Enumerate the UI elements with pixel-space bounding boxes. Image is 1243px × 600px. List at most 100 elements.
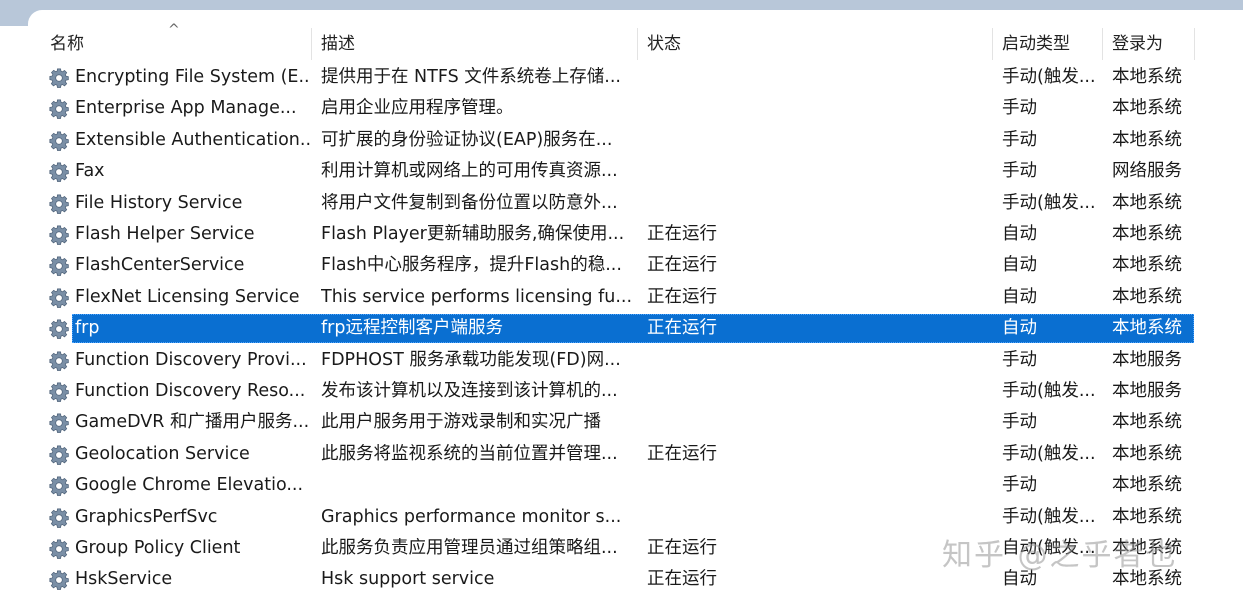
table-row[interactable]: Enterprise App Manage... 启用企业应用程序管理。 手动 本地系… [0,93,1243,124]
service-description: Hsk support service [321,569,495,590]
service-description: 此服务将监视系统的当前位置并管理... [321,443,618,464]
column-divider[interactable] [992,28,993,60]
service-logon-as: 本地系统 [1112,255,1182,276]
gear-icon [48,67,70,89]
service-name: FlexNet Licensing Service [75,286,300,307]
table-row[interactable]: Google Chrome Elevatio... 手动 本地系统 [0,470,1243,501]
service-name: Geolocation Service [75,443,250,464]
gear-icon [48,538,70,560]
table-row[interactable]: Extensible Authentication... 可扩展的身份验证协议(E… [0,125,1243,156]
service-status: 正在运行 [647,569,717,590]
gear-icon [48,444,70,466]
service-logon-as: 本地服务 [1112,381,1182,401]
gear-icon [48,98,70,120]
service-startup-type: 自动 [1002,224,1037,244]
table-row[interactable]: GraphicsPerfSvc Graphics performance moni… [0,502,1243,533]
column-header-startup-type[interactable]: 启动类型 [1002,26,1070,62]
service-logon-as: 本地系统 [1112,475,1182,496]
service-startup-type: 手动(触发... [1002,381,1096,401]
service-description: 利用计算机或网络上的可用传真资源... [321,161,618,182]
table-row[interactable]: FlexNet Licensing Service This service pe… [0,282,1243,313]
service-name: Fax [75,161,105,182]
service-name: Enterprise App Manage... [75,98,297,119]
gear-icon [48,255,70,277]
gear-icon [48,193,70,215]
table-row[interactable]: GameDVR 和广播用户服务... 此用户服务用于游戏录制和实况广播 手动 本地系统 [0,407,1243,438]
service-name: Function Discovery Provi... [75,349,307,370]
service-startup-type: 自动 [1002,286,1037,307]
column-header-description[interactable]: 描述 [321,26,355,62]
service-logon-as: 本地系统 [1112,67,1182,87]
table-row[interactable]: frp frp远程控制客户端服务 正在运行 自动 本地系统 [0,313,1243,344]
service-startup-type: 手动(触发... [1002,443,1096,464]
watermark-text: 知乎 @之乎者也 [942,538,1178,573]
table-row[interactable]: File History Service 将用户文件复制到备份位置以防意外... 手… [0,188,1243,219]
gear-icon [48,507,70,529]
table-row[interactable]: Function Discovery Reso... 发布该计算机以及连接到该计算… [0,376,1243,407]
service-name: GraphicsPerfSvc [75,506,218,527]
service-name: File History Service [75,192,243,213]
table-row[interactable]: Encrypting File System (E... 提供用于在 NTFS 文… [0,62,1243,93]
gear-icon [48,350,70,372]
service-logon-as: 网络服务 [1112,161,1182,182]
gear-icon [48,224,70,246]
service-logon-as: 本地系统 [1112,506,1182,527]
table-row[interactable]: Fax 利用计算机或网络上的可用传真资源... 手动 网络服务 [0,156,1243,187]
service-name: FlashCenterService [75,255,245,276]
service-name: Encrypting File System (E... [75,67,310,87]
service-logon-as: 本地系统 [1112,98,1182,119]
service-startup-type: 手动(触发... [1002,192,1096,213]
service-status: 正在运行 [647,255,717,276]
service-logon-as: 本地系统 [1112,192,1182,213]
service-name: Google Chrome Elevatio... [75,475,304,496]
service-logon-as: 本地系统 [1112,129,1182,150]
gear-icon [48,412,70,434]
service-description: Flash中心服务程序，提升Flash的稳... [321,255,622,276]
service-description: Flash Player更新辅助服务,确保使用... [321,224,625,244]
column-divider[interactable] [311,28,312,60]
service-name: Function Discovery Reso... [75,381,306,401]
service-name: HskService [75,569,173,590]
gear-icon [48,130,70,152]
service-name: GameDVR 和广播用户服务... [75,412,310,433]
service-logon-as: 本地系统 [1112,443,1182,464]
column-header-logon-as[interactable]: 登录为 [1112,26,1163,62]
gear-icon [48,381,70,403]
service-logon-as: 本地系统 [1112,412,1182,433]
table-row[interactable]: Geolocation Service 此服务将监视系统的当前位置并管理... 正在… [0,439,1243,470]
service-startup-type: 手动 [1002,475,1037,496]
service-description: 此用户服务用于游戏录制和实况广播 [321,412,601,433]
column-header-name[interactable]: 名称 [50,26,84,62]
table-row[interactable]: Function Discovery Provi... FDPHOST 服务承载功… [0,345,1243,376]
service-description: 提供用于在 NTFS 文件系统卷上存储... [321,67,621,87]
service-status: 正在运行 [647,224,717,244]
service-startup-type: 手动 [1002,129,1037,150]
service-name: Flash Helper Service [75,224,255,244]
column-header-status[interactable]: 状态 [647,26,681,62]
service-status: 正在运行 [647,538,717,558]
service-name: Extensible Authentication... [75,129,310,150]
sort-ascending-icon: ^ [168,22,180,38]
gear-icon [48,287,70,309]
gear-icon [48,318,70,340]
service-startup-type: 手动(触发... [1002,67,1096,87]
service-name: frp [75,318,100,339]
service-status: 正在运行 [647,318,717,339]
table-row[interactable]: FlashCenterService Flash中心服务程序，提升Flash的稳.… [0,250,1243,281]
gear-icon [48,161,70,183]
service-description: This service performs licensing fu... [321,286,631,307]
service-logon-as: 本地服务 [1112,349,1182,370]
service-startup-type: 手动 [1002,349,1037,370]
service-startup-type: 手动 [1002,98,1037,119]
column-divider[interactable] [637,28,638,60]
column-divider[interactable] [1102,28,1103,60]
column-divider[interactable] [1194,28,1195,60]
column-header-bar: 名称 ^ 描述 状态 启动类型 登录为 [0,22,1243,62]
service-status: 正在运行 [647,286,717,307]
service-description: frp远程控制客户端服务 [321,318,503,339]
service-description: 启用企业应用程序管理。 [321,98,514,119]
table-row[interactable]: Flash Helper Service Flash Player更新辅助服务,确… [0,219,1243,250]
service-startup-type: 自动 [1002,318,1037,339]
service-description: FDPHOST 服务承载功能发现(FD)网... [321,349,621,370]
service-name: Group Policy Client [75,538,241,558]
